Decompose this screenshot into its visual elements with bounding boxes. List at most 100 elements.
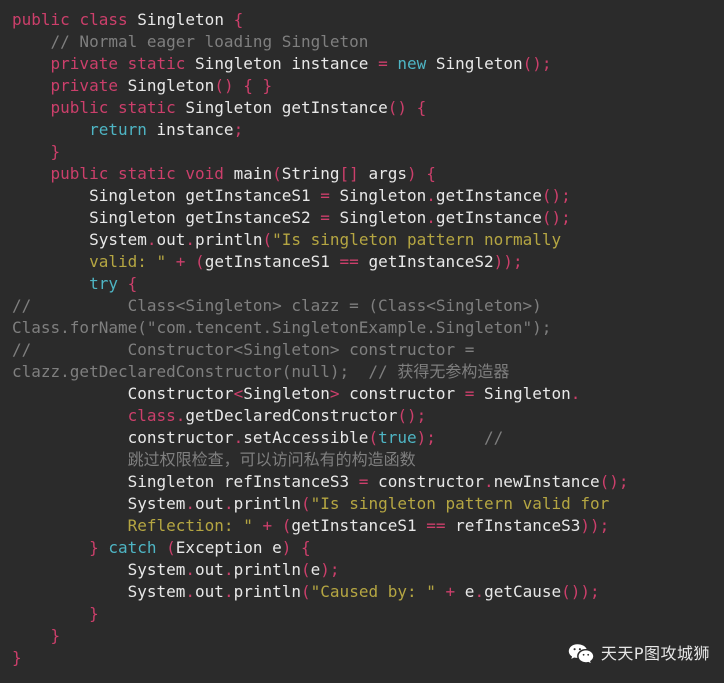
code-token: ));	[493, 252, 523, 271]
code-token: =	[320, 208, 330, 227]
code-token: (	[301, 494, 311, 513]
code-token: args	[358, 164, 407, 183]
code-token: Constructor	[127, 384, 234, 403]
code-token: private	[50, 54, 118, 73]
code-token: .	[223, 494, 234, 513]
code-block: public class Singleton { // Normal eager…	[12, 9, 724, 669]
code-token: // Class<Singleton> clazz = (Class<Singl…	[12, 296, 542, 315]
code-token: private	[50, 76, 118, 95]
code-token: constructor	[127, 428, 234, 447]
code-token: Singleton instance	[195, 54, 379, 73]
code-token: Singleton	[329, 186, 427, 205]
code-token: public	[50, 98, 109, 117]
code-line: 跳过权限检查，可以访问私有的构造函数	[12, 449, 724, 471]
code-token: .	[175, 406, 186, 425]
code-token: Singleton	[243, 384, 330, 403]
code-token: .	[185, 494, 196, 513]
code-token: .	[185, 230, 196, 249]
code-line: }	[12, 141, 724, 163]
code-line: // Constructor<Singleton> constructor =	[12, 339, 724, 361]
code-token: );	[416, 428, 436, 447]
code-line: Class.forName("com.tencent.SingletonExam…	[12, 317, 724, 339]
code-token: public	[50, 164, 109, 183]
code-token: ));	[580, 516, 610, 535]
code-token: "Is singleton pattern valid for	[310, 494, 610, 513]
code-token: out	[195, 494, 224, 513]
code-token: public	[12, 10, 70, 29]
code-token: ());	[561, 582, 600, 601]
code-token: String	[281, 164, 340, 183]
code-token: // Normal eager loading Singleton	[50, 32, 369, 51]
code-token: }	[12, 648, 22, 667]
code-token: e	[455, 582, 475, 601]
code-line: System.out.println("Caused by: " + e.get…	[12, 581, 724, 603]
code-line: // Class<Singleton> clazz = (Class<Singl…	[12, 295, 724, 317]
code-token: )	[281, 538, 292, 557]
code-line: Singleton getInstanceS2 = Singleton.getI…	[12, 207, 724, 229]
code-token: System	[127, 560, 186, 579]
code-token: main	[233, 164, 273, 183]
code-line: Singleton refInstanceS3 = constructor.ne…	[12, 471, 724, 493]
code-token: out	[195, 560, 224, 579]
code-token: ==	[339, 252, 359, 271]
code-token: true	[378, 428, 417, 447]
code-line: public static Singleton getInstance() {	[12, 97, 724, 119]
code-token: getInstanceS2	[358, 252, 494, 271]
code-token: out	[195, 582, 224, 601]
watermark-label: 天天P图攻城狮	[600, 644, 710, 663]
code-token: ;	[233, 120, 244, 139]
code-token: catch	[108, 538, 157, 557]
code-line: valid: " + (getInstanceS1 == getInstance…	[12, 251, 724, 273]
code-token: =	[378, 54, 388, 73]
code-token: .	[223, 560, 234, 579]
code-line: }	[12, 603, 724, 625]
code-token: out	[156, 230, 186, 249]
code-token: (	[262, 230, 273, 249]
code-token: // Constructor<Singleton> constructor =	[12, 340, 475, 359]
code-token: =	[464, 384, 475, 403]
code-token: ();	[541, 208, 571, 227]
code-token: (	[195, 252, 205, 271]
code-token: ();	[541, 186, 571, 205]
code-token: setAccessible	[243, 428, 369, 447]
code-token: static	[117, 98, 176, 117]
code-token: .	[474, 582, 485, 601]
code-line: Reflection: " + (getInstanceS1 == refIns…	[12, 515, 724, 537]
code-line: Singleton getInstanceS1 = Singleton.getI…	[12, 185, 724, 207]
code-token: }	[50, 626, 61, 645]
code-token: println	[233, 560, 302, 579]
code-token: }	[89, 538, 99, 557]
code-token: instance	[156, 120, 234, 139]
code-line: // Normal eager loading Singleton	[12, 31, 724, 53]
code-token: Singleton	[435, 54, 523, 73]
code-token: println	[195, 230, 263, 249]
code-token: getInstance	[435, 208, 542, 227]
code-token: =	[358, 472, 369, 491]
